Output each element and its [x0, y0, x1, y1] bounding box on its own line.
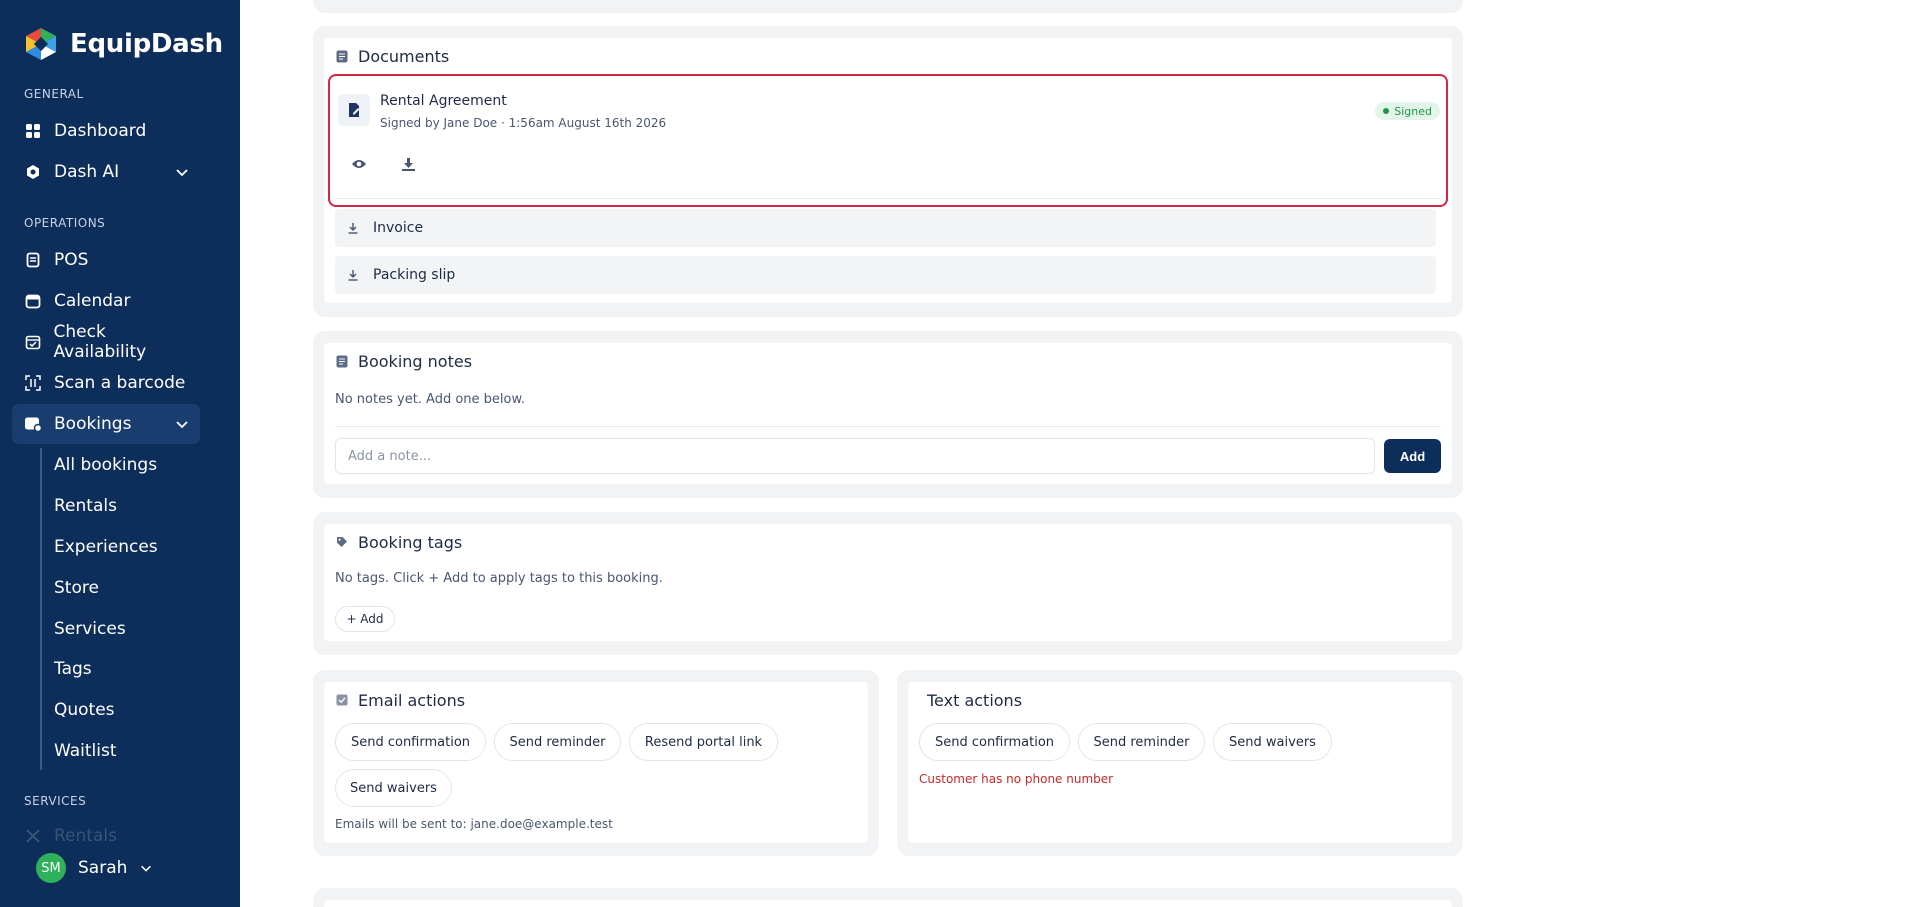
booking-card-icon	[24, 415, 42, 433]
no-phone-warning: Customer has no phone number	[919, 772, 1114, 786]
card-title-text: Text actions	[927, 691, 1023, 710]
brand[interactable]: EquipDash	[22, 26, 223, 62]
section-label-services: SERVICES	[24, 794, 87, 808]
booking-notes-title: Booking notes	[336, 352, 472, 371]
download-icon	[348, 223, 358, 234]
previous-card	[313, 0, 1463, 13]
ai-hexagon-icon	[24, 163, 42, 181]
file-label: Invoice	[373, 220, 424, 236]
avatar: SM	[36, 853, 66, 883]
section-label-operations: OPERATIONS	[24, 216, 106, 230]
status-text: Signed	[1394, 104, 1432, 118]
nav-item-calendar[interactable]: Calendar	[12, 281, 200, 321]
file-label: Packing slip	[373, 267, 456, 283]
section-label-general: GENERAL	[24, 87, 84, 101]
rental-agreement-item[interactable]: Rental Agreement Signed by Jane Doe · 1:…	[328, 74, 1448, 207]
add-note-button[interactable]: Add	[1384, 439, 1441, 473]
nav-item-dashboard[interactable]: Dashboard	[12, 111, 200, 151]
card-title-text: Booking notes	[358, 352, 473, 371]
tags-empty-text: No tags. Click + Add to apply tags to th…	[335, 571, 663, 586]
chevron-down-icon[interactable]	[174, 416, 190, 432]
divider	[335, 426, 1441, 427]
document-name: Rental Agreement	[380, 93, 507, 109]
calendar-icon	[24, 292, 42, 310]
nav-item-pos[interactable]: POS	[12, 240, 200, 280]
nav-label: Rentals	[54, 826, 117, 846]
tools-icon	[24, 827, 42, 845]
text-send-waivers-button[interactable]: Send waivers	[1213, 723, 1332, 761]
submenu-rail	[40, 448, 42, 770]
checkbox-icon	[336, 694, 348, 707]
sub-item-experiences[interactable]: Experiences	[54, 532, 158, 562]
sub-item-rentals[interactable]: Rentals	[54, 491, 117, 521]
documents-title: Documents	[336, 47, 449, 66]
nav-label: Calendar	[54, 291, 131, 311]
user-name: Sarah	[78, 858, 128, 878]
download-document-button[interactable]	[396, 152, 420, 176]
text-send-confirmation-button[interactable]: Send confirmation	[919, 723, 1070, 761]
document-meta: Signed by Jane Doe · 1:56am August 16th …	[380, 116, 667, 130]
document-icon	[336, 50, 348, 63]
nav-label: Dash AI	[54, 162, 120, 182]
nav-item-bookings[interactable]: Bookings	[12, 404, 200, 444]
email-resend-portal-link-button[interactable]: Resend portal link	[629, 723, 778, 761]
email-recipient-note: Emails will be sent to: jane.doe@example…	[335, 817, 613, 831]
grid-icon	[24, 122, 42, 140]
sub-item-store[interactable]: Store	[54, 573, 99, 603]
calendar-check-icon	[24, 333, 42, 351]
status-badge: Signed	[1375, 102, 1440, 120]
nav-item-check-availability[interactable]: Check Availability	[12, 322, 200, 362]
email-send-confirmation-button[interactable]: Send confirmation	[335, 723, 486, 761]
card-title-text: Email actions	[358, 691, 466, 710]
nav-label: Check Availability	[53, 322, 147, 362]
text-actions-title: Text actions	[927, 691, 1022, 710]
note-icon	[336, 355, 348, 368]
next-card-body	[324, 900, 1452, 907]
sub-item-services[interactable]: Services	[54, 614, 126, 644]
tag-icon	[336, 536, 348, 549]
email-send-waivers-button[interactable]: Send waivers	[335, 769, 452, 807]
chevron-down-icon[interactable]	[174, 164, 190, 180]
brand-name: EquipDash	[70, 29, 223, 59]
sub-item-waitlist[interactable]: Waitlist	[54, 736, 117, 766]
notes-empty-text: No notes yet. Add one below.	[335, 392, 526, 407]
add-tag-button[interactable]: + Add	[335, 606, 395, 632]
barcode-scan-icon	[24, 374, 42, 392]
invoice-download-row[interactable]: Invoice	[335, 209, 1436, 247]
nav-label: Dashboard	[54, 121, 147, 141]
status-dot	[1383, 108, 1390, 114]
nav-label: Bookings	[54, 414, 132, 434]
card-title-text: Booking tags	[358, 533, 463, 552]
eye-icon	[352, 160, 366, 168]
chevron-down-icon[interactable]	[139, 861, 153, 875]
sidebar: EquipDash GENERAL Dashboard Dash AI OPER…	[0, 0, 240, 907]
email-send-reminder-button[interactable]: Send reminder	[494, 723, 621, 761]
packing-slip-download-row[interactable]: Packing slip	[335, 256, 1436, 294]
download-icon	[401, 157, 415, 171]
booking-tags-title: Booking tags	[336, 533, 462, 552]
nav-item-services-rentals[interactable]: Rentals	[24, 826, 212, 846]
sub-item-quotes[interactable]: Quotes	[54, 695, 115, 725]
receipt-icon	[24, 251, 42, 269]
card-title-text: Documents	[358, 47, 450, 66]
email-actions-title: Email actions	[336, 691, 465, 710]
nav-label: Scan a barcode	[54, 373, 186, 393]
sub-item-all-bookings[interactable]: All bookings	[54, 450, 157, 480]
next-card	[313, 888, 1463, 907]
signed-document-icon	[338, 94, 370, 126]
note-input[interactable]	[335, 438, 1375, 474]
view-document-button[interactable]	[347, 152, 371, 176]
nav-item-dash-ai[interactable]: Dash AI	[12, 152, 200, 192]
sub-item-tags[interactable]: Tags	[54, 654, 92, 684]
nav-item-scan-barcode[interactable]: Scan a barcode	[12, 363, 200, 403]
user-menu[interactable]: SM Sarah	[36, 853, 153, 883]
divider	[334, 198, 1442, 199]
text-send-reminder-button[interactable]: Send reminder	[1078, 723, 1205, 761]
nav-label: POS	[54, 250, 89, 270]
equipdash-logo-icon	[26, 28, 56, 60]
download-icon	[348, 270, 358, 281]
